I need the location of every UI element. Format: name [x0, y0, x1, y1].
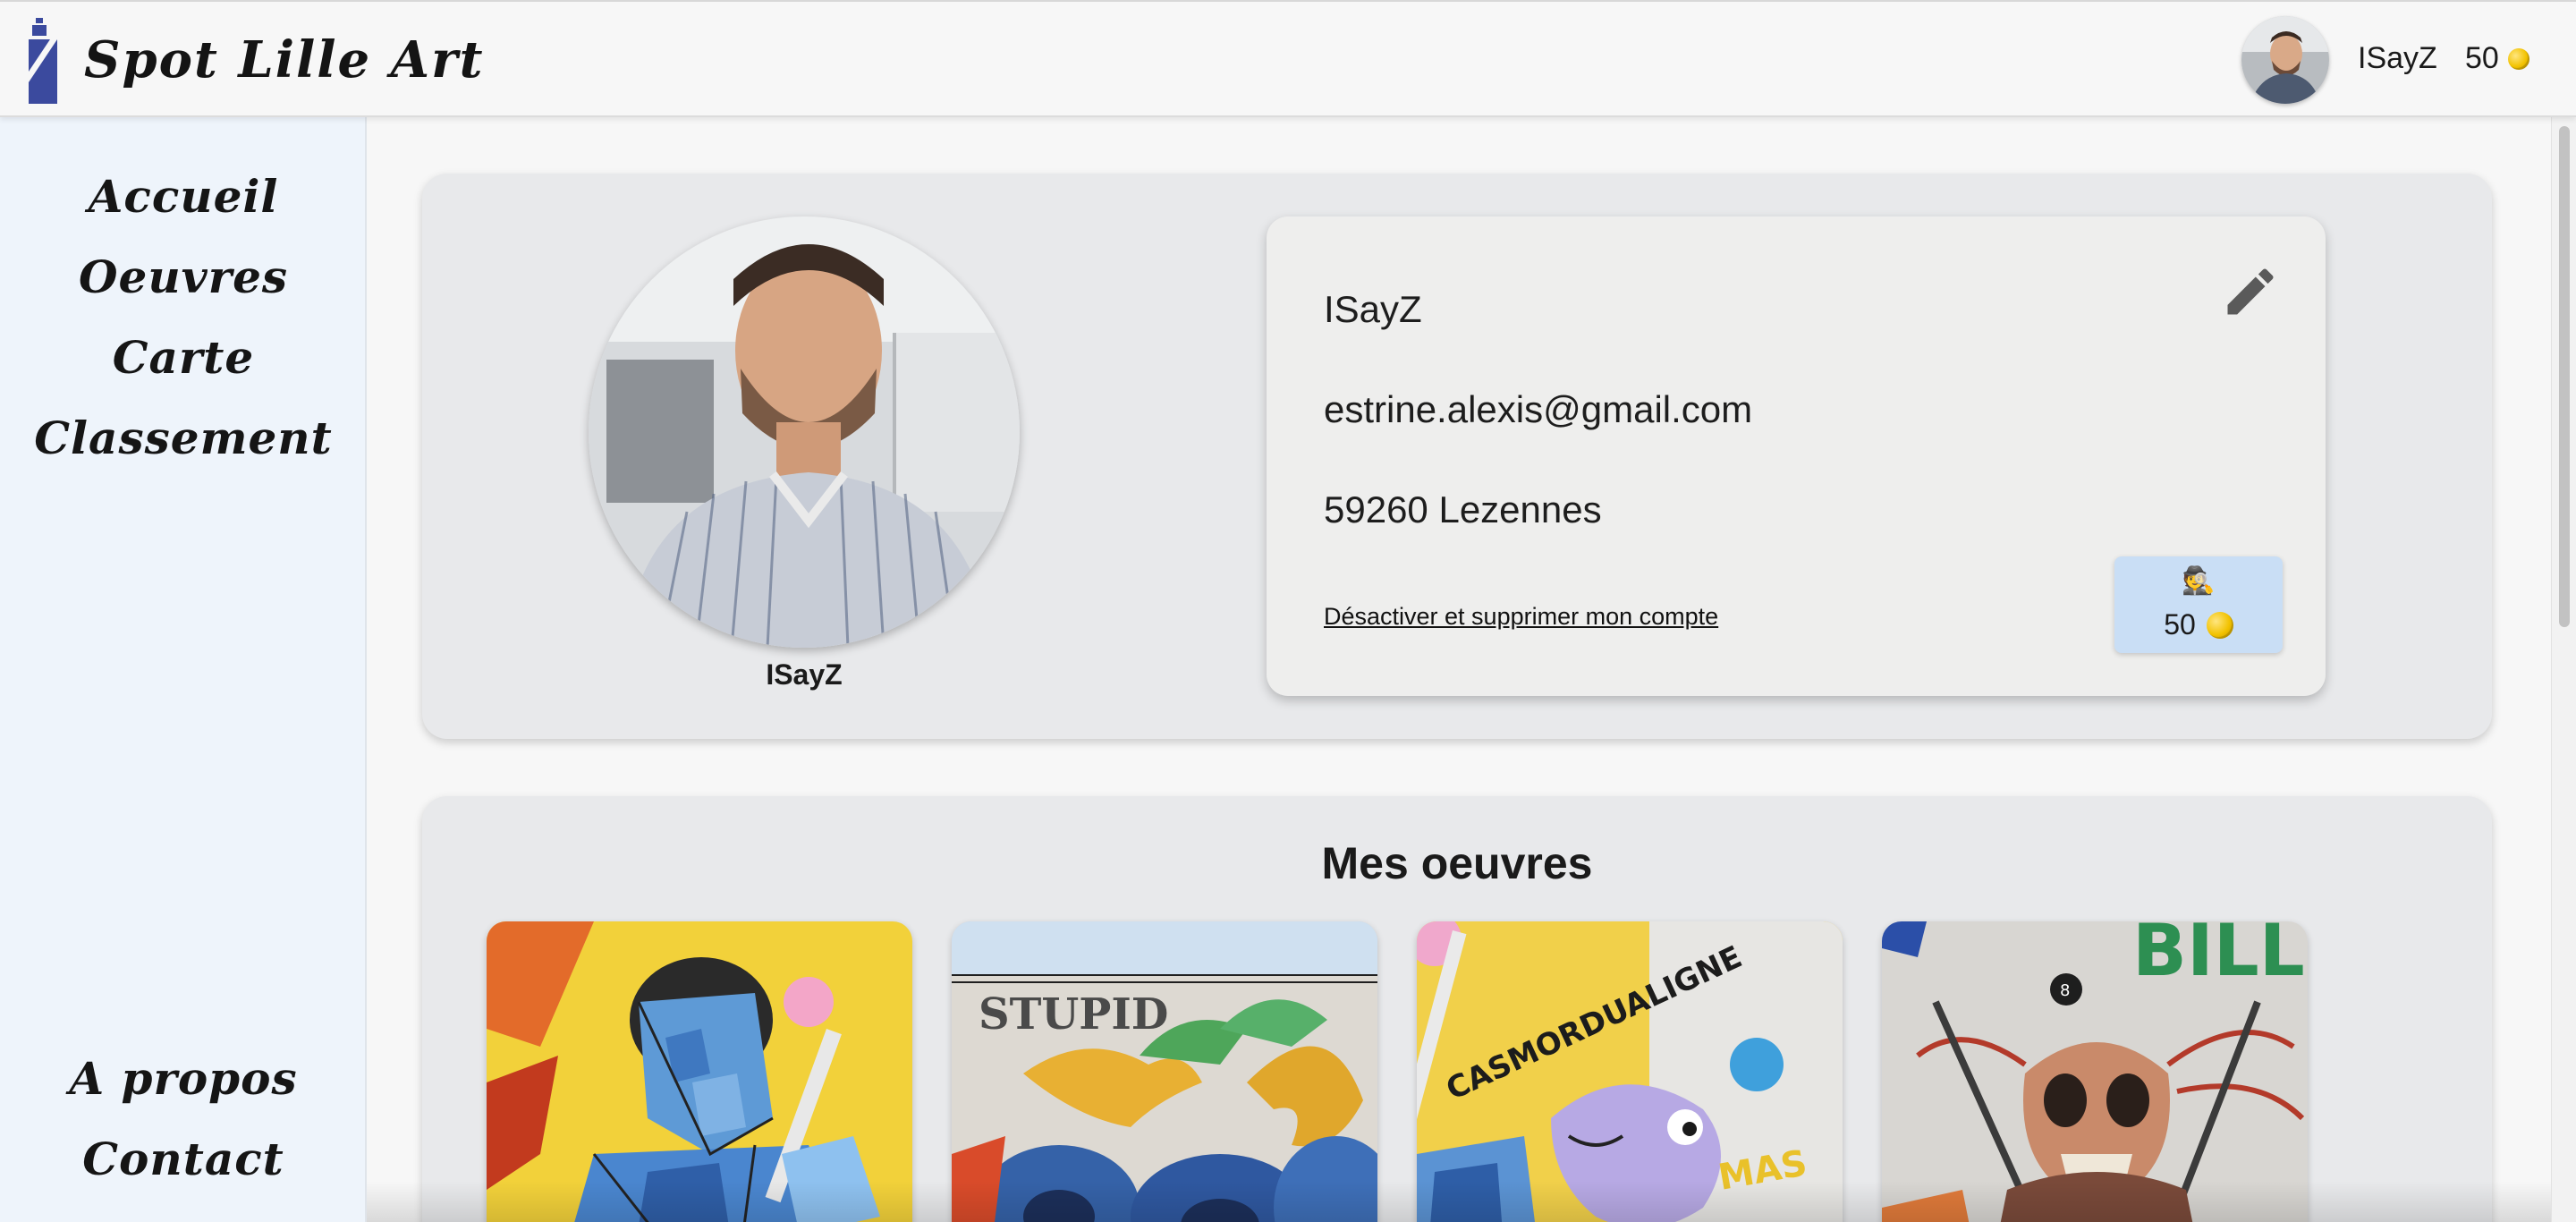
profile-username: ISayZ [1324, 288, 1422, 330]
sidebar-item-classement[interactable]: Classement [0, 412, 367, 464]
header-avatar[interactable] [2241, 16, 2329, 104]
badge-points: 50 [2114, 608, 2283, 641]
svg-text:8: 8 [2060, 981, 2070, 1000]
svg-text:STUPID: STUPID [979, 989, 1168, 1040]
avatar-caption: ISayZ [766, 658, 843, 691]
page-scrollbar[interactable] [2551, 117, 2576, 1222]
my-works-title: Mes oeuvres [1321, 838, 1593, 888]
profile-email: estrine.alexis@gmail.com [1324, 388, 1753, 430]
coin-icon [2507, 47, 2529, 70]
header-username[interactable]: ISayZ [2358, 41, 2437, 76]
profile-avatar[interactable] [589, 216, 1020, 648]
header-points: 50 [2465, 41, 2529, 76]
spray-can-logo-icon[interactable] [25, 18, 61, 104]
artwork-tile-2[interactable]: STUPID [952, 921, 1377, 1222]
delete-account-link[interactable]: Désactiver et supprimer mon compte [1324, 603, 1718, 631]
sidebar-item-a-propos[interactable]: A propos [0, 1052, 367, 1105]
points-badge: 🕵 50 [2114, 556, 2283, 653]
header-points-value: 50 [2465, 41, 2499, 75]
sidebar-item-accueil[interactable]: Accueil [0, 170, 367, 223]
detective-icon: 🕵 [2182, 565, 2216, 597]
top-header: Spot Lille Art ISayZ 50 [0, 0, 2576, 117]
scrollbar-thumb[interactable] [2559, 126, 2570, 627]
brand-title[interactable]: Spot Lille Art [84, 29, 484, 91]
artwork-tile-1[interactable] [487, 921, 912, 1222]
coin-icon [2206, 611, 2233, 639]
sidebar-item-contact[interactable]: Contact [0, 1133, 367, 1185]
svg-text:BILL: BILL [2132, 921, 2305, 992]
badge-points-value: 50 [2164, 608, 2196, 641]
sidebar-item-carte[interactable]: Carte [0, 331, 367, 384]
artwork-tile-4[interactable]: BILL 8 [1882, 921, 2308, 1222]
artwork-tile-3[interactable]: CASMORDUALIGNE MAS [1417, 921, 1843, 1222]
pencil-icon[interactable] [2220, 261, 2281, 322]
sidebar-item-oeuvres[interactable]: Oeuvres [0, 250, 367, 303]
profile-location: 59260 Lezennes [1324, 488, 1602, 530]
